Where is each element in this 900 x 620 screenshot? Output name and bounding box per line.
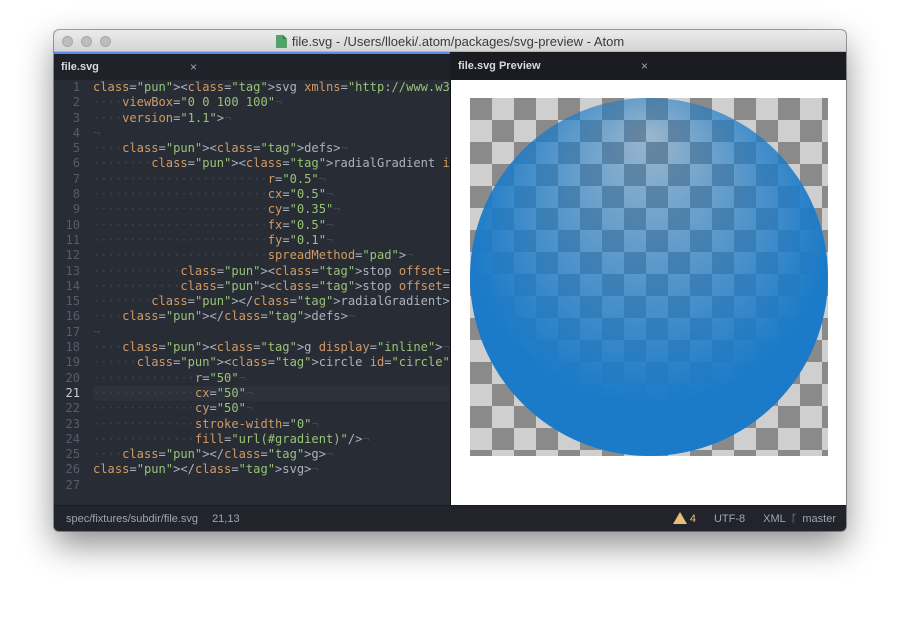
- svg-preview-pane: [450, 80, 846, 505]
- line-number-gutter: 1 2 3 4 5 6 7 8 9 10 11 12 13 14 15 16 17 18 19 20 21 22 23 24 2…: [54, 80, 86, 505]
- code-line[interactable]: ··············stroke-width="0"¬: [93, 417, 450, 432]
- svg-preview-render: [470, 98, 828, 456]
- code-line[interactable]: ··············fill="url(#gradient)"/>¬: [93, 432, 450, 447]
- code-lines[interactable]: class="pun"><class="tag">svg xmlns="http…: [93, 80, 450, 505]
- code-editor[interactable]: 1 2 3 4 5 6 7 8 9 10 11 12 13 14 15 16 17 18 19 20 21 22 23 24 2…: [54, 80, 450, 505]
- code-line[interactable]: ¬: [93, 126, 450, 141]
- line-number: 9: [72, 202, 80, 217]
- code-line[interactable]: ············class="pun"><class="tag">sto…: [93, 264, 450, 279]
- line-number: 4: [72, 125, 80, 140]
- line-number: 18: [65, 340, 80, 355]
- linter-warnings[interactable]: 4: [672, 506, 696, 531]
- line-number: 19: [65, 355, 80, 370]
- warning-count: 4: [689, 513, 696, 525]
- code-line[interactable]: ¬: [93, 325, 450, 340]
- line-number: 1: [72, 80, 80, 94]
- line-number: 12: [65, 248, 80, 263]
- line-number: 20: [65, 370, 80, 385]
- tab-label: file.svg Preview: [458, 60, 541, 72]
- line-number: 17: [65, 324, 80, 339]
- code-line[interactable]: ························cy="0.35"¬: [93, 202, 450, 217]
- line-number: 14: [65, 278, 80, 293]
- line-number: 26: [65, 462, 80, 477]
- line-number: 6: [72, 156, 80, 171]
- line-number: 10: [65, 217, 80, 232]
- status-encoding[interactable]: UTF-8: [714, 506, 745, 531]
- title-bar: file.svg - /Users/lloeki/.atom/packages/…: [54, 30, 846, 52]
- code-line[interactable]: class="pun"></class="tag">svg>¬: [93, 462, 450, 477]
- line-number: 21: [65, 385, 80, 400]
- code-line[interactable]: ························r="0.5"¬: [93, 172, 450, 187]
- line-number: 25: [65, 447, 80, 462]
- code-line[interactable]: ··············r="50"¬: [93, 371, 450, 386]
- code-line[interactable]: [93, 478, 450, 493]
- status-file-path[interactable]: spec/fixtures/subdir/file.svg: [66, 506, 198, 531]
- svg-file-icon: [275, 34, 287, 48]
- status-cursor-position[interactable]: 21,13: [212, 506, 240, 531]
- tab-bar: file.svg × file.svg Preview ×: [54, 52, 846, 80]
- code-line[interactable]: ··············cx="50"¬: [93, 385, 450, 402]
- line-number: 16: [65, 309, 80, 324]
- line-number: 15: [65, 294, 80, 309]
- code-line[interactable]: class="pun"><class="tag">svg xmlns="http…: [93, 80, 450, 95]
- code-line[interactable]: ········class="pun"><class="tag">radialG…: [93, 156, 450, 171]
- code-line[interactable]: ··············cy="50"¬: [93, 401, 450, 416]
- code-line[interactable]: ······class="pun"><class="tag">circle id…: [93, 355, 450, 370]
- window-title: file.svg - /Users/lloeki/.atom/packages/…: [291, 33, 625, 49]
- code-line[interactable]: ····viewBox="0 0 100 100"¬: [93, 95, 450, 110]
- atom-window: file.svg - /Users/lloeki/.atom/packages/…: [54, 30, 846, 531]
- tab-close-icon[interactable]: ×: [190, 54, 197, 80]
- line-number: 23: [65, 416, 80, 431]
- line-number: 3: [72, 110, 80, 125]
- tab-file-svg[interactable]: file.svg ×: [54, 52, 450, 80]
- line-number: 24: [65, 431, 80, 446]
- status-git-branch[interactable]: master: [802, 506, 836, 531]
- git-branch-icon: ᚴ: [790, 512, 798, 525]
- code-line[interactable]: ········class="pun"></class="tag">radial…: [93, 294, 450, 309]
- line-number: 7: [72, 171, 80, 186]
- line-number: 5: [72, 141, 80, 156]
- code-line[interactable]: ························spreadMethod="pa…: [93, 248, 450, 263]
- line-number: 8: [72, 187, 80, 202]
- tab-close-icon[interactable]: ×: [641, 52, 648, 80]
- tab-label: file.svg: [61, 61, 99, 73]
- line-number: 2: [72, 95, 80, 110]
- code-line[interactable]: ····version="1.1">¬: [93, 111, 450, 126]
- code-line[interactable]: ····class="pun"><class="tag">defs>¬: [93, 141, 450, 156]
- status-grammar[interactable]: XML: [763, 506, 786, 531]
- status-bar: spec/fixtures/subdir/file.svg 21,13 4 UT…: [54, 505, 846, 531]
- line-number: 27: [65, 477, 80, 492]
- code-line[interactable]: ····class="pun"></class="tag">defs>¬: [93, 309, 450, 324]
- code-line[interactable]: ························fy="0.1"¬: [93, 233, 450, 248]
- line-number: 11: [65, 232, 80, 247]
- code-line[interactable]: ············class="pun"><class="tag">sto…: [93, 279, 450, 294]
- code-line[interactable]: ····class="pun"><class="tag">g display="…: [93, 340, 450, 355]
- code-line[interactable]: ························fx="0.5"¬: [93, 218, 450, 233]
- warning-icon: [672, 512, 687, 524]
- gradient-circle: [470, 98, 828, 456]
- line-number: 13: [65, 263, 80, 278]
- code-line[interactable]: ····class="pun"></class="tag">g>¬: [93, 447, 450, 462]
- tab-file-svg-preview[interactable]: file.svg Preview ×: [450, 52, 846, 80]
- line-number: 22: [65, 401, 80, 416]
- code-line[interactable]: ························cx="0.5"¬: [93, 187, 450, 202]
